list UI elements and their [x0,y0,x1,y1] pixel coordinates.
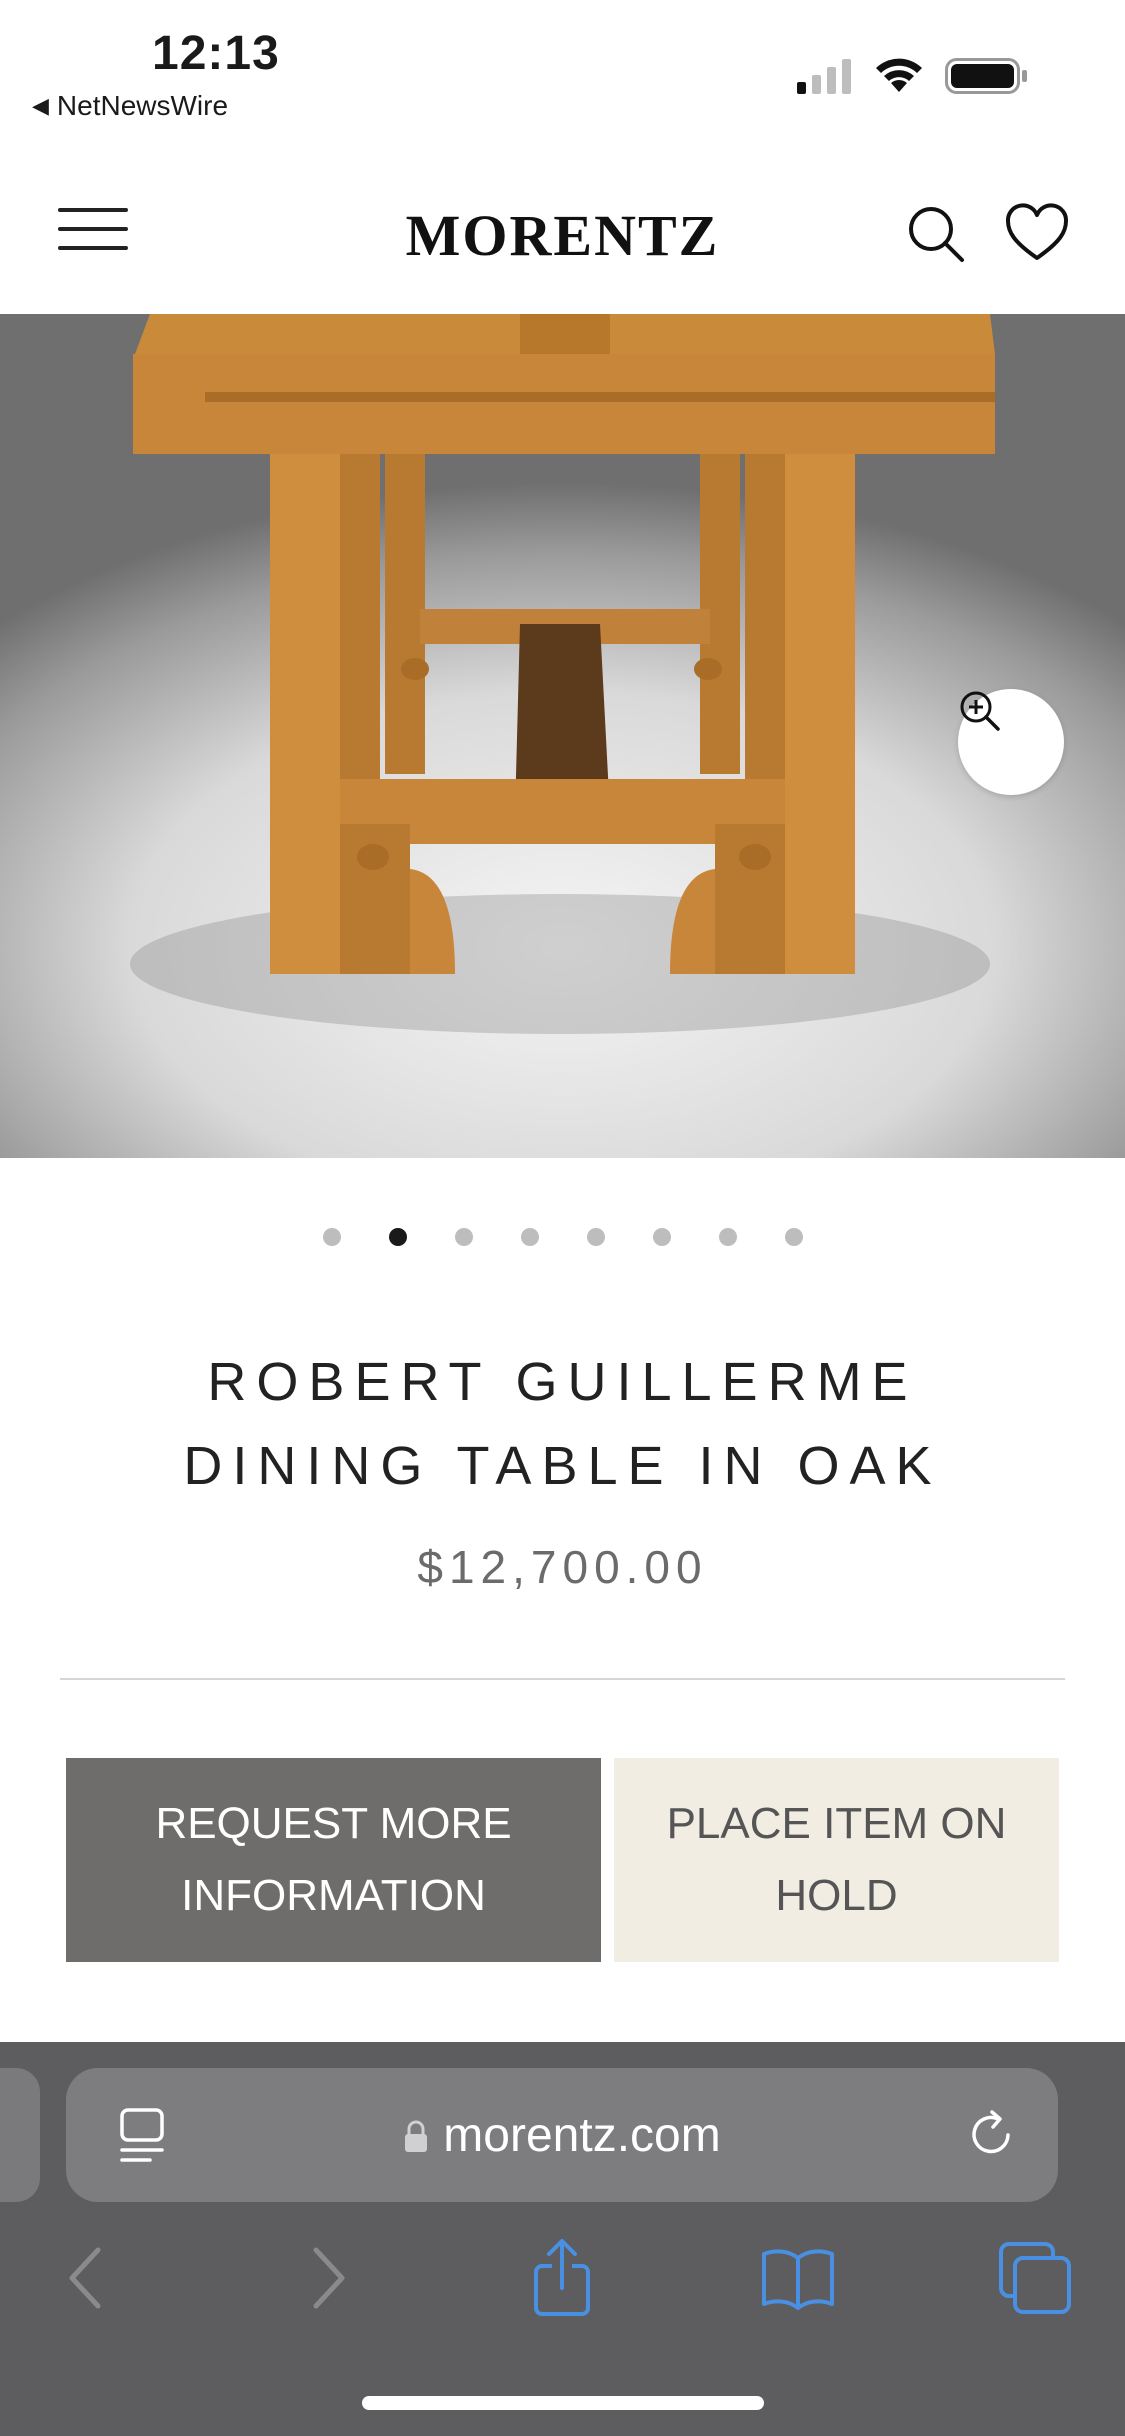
request-label-line2: INFORMATION [181,1871,486,1920]
product-title-line2: DINING TABLE IN OAK [183,1436,942,1496]
hold-label-line1: PLACE ITEM ON [666,1799,1007,1848]
product-title: ROBERT GUILLERME DINING TABLE IN OAK [60,1340,1065,1508]
back-app-label: NetNewsWire [56,90,229,121]
carousel-dot[interactable] [388,1228,407,1246]
zoom-in-icon [960,691,1000,731]
battery-icon [945,58,1027,94]
carousel-dot[interactable] [322,1228,341,1246]
oak-dining-table-photo [130,314,995,1034]
heart-icon[interactable] [1004,202,1070,264]
url-display: morentz.com [66,2108,1058,2163]
carousel-pagination [0,1228,1125,1246]
tabs-icon[interactable] [995,2238,1075,2318]
address-bar[interactable]: morentz.com [66,2068,1058,2202]
back-triangle-icon: ◀ [32,93,49,118]
share-icon[interactable] [522,2238,602,2318]
wifi-icon [876,58,922,92]
request-more-information-button[interactable]: REQUEST MORE INFORMATION [66,1758,601,1962]
url-text: morentz.com [443,2109,721,2162]
home-indicator[interactable] [362,2396,764,2410]
place-item-on-hold-button[interactable]: PLACE ITEM ON HOLD [614,1758,1059,1962]
search-icon[interactable] [904,202,968,266]
carousel-dot[interactable] [586,1228,605,1246]
cellular-signal-icon [797,59,851,94]
product-image[interactable] [0,314,1125,1158]
carousel-dot[interactable] [454,1228,473,1246]
previous-tab-peek[interactable] [0,2068,40,2202]
bookmarks-icon[interactable] [758,2238,838,2318]
status-time: 12:13 [152,27,280,80]
browser-toolbar [0,2238,1125,2338]
request-label-line1: REQUEST MORE [155,1799,512,1848]
carousel-dot[interactable] [784,1228,803,1246]
zoom-button[interactable] [958,689,1064,795]
carousel-dot[interactable] [652,1228,671,1246]
hamburger-menu-icon[interactable] [58,208,128,258]
carousel-dot[interactable] [520,1228,539,1246]
status-bar: 12:13 ◀ NetNewsWire [0,0,1125,150]
forward-icon[interactable] [288,2238,368,2318]
divider [60,1678,1065,1680]
browser-bottom-bar: morentz.com [0,2042,1125,2436]
back-icon[interactable] [46,2238,126,2318]
lock-icon [405,2120,428,2152]
carousel-dot[interactable] [718,1228,737,1246]
back-to-app-link[interactable]: ◀ NetNewsWire [32,90,228,122]
product-title-line1: ROBERT GUILLERME [207,1352,918,1412]
hold-label-line2: HOLD [775,1871,898,1920]
site-header: MORENTZ [0,150,1125,316]
product-price: $12,700.00 [417,1541,708,1593]
reload-icon[interactable] [962,2106,1020,2164]
